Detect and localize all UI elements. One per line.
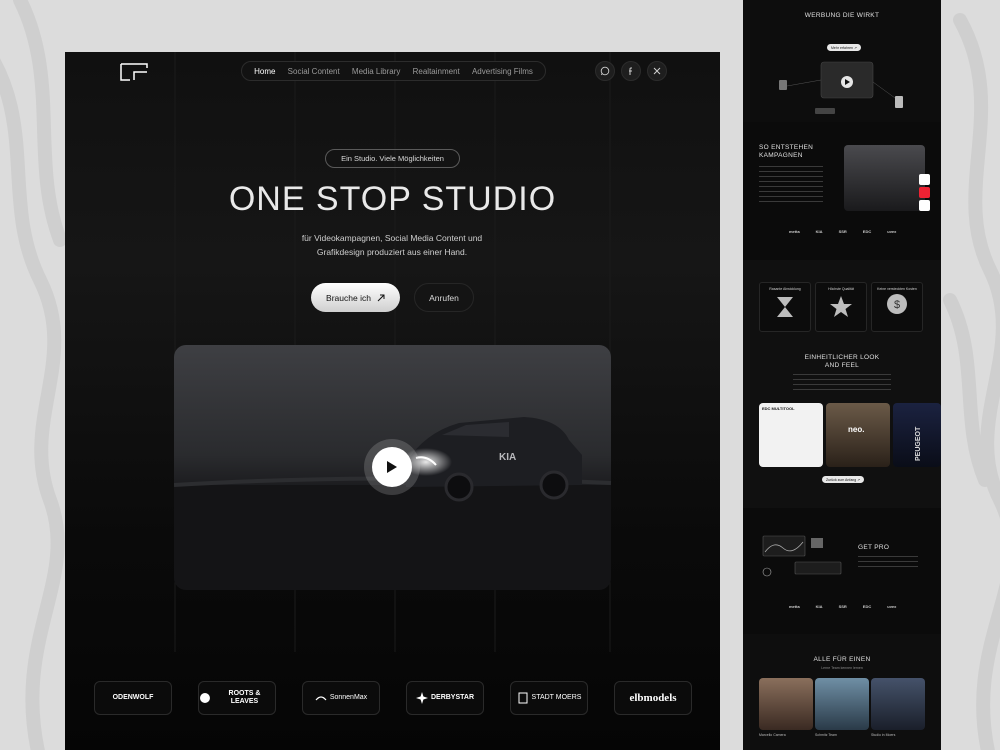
preview-logos-kampagnen: metta KIA SSR EDC uvex bbox=[789, 229, 897, 234]
editor-illustration bbox=[762, 535, 842, 577]
device-illustration bbox=[779, 61, 903, 114]
social-links bbox=[595, 61, 667, 81]
team-photo-2 bbox=[815, 678, 869, 730]
arrow-up-right-icon bbox=[377, 294, 385, 301]
mehr-erfahren-button[interactable]: Mehr erfahren ↗ bbox=[827, 44, 861, 51]
client-logo-stadt-moers: STADT MOERS bbox=[510, 681, 588, 715]
anrufen-button[interactable]: Anrufen bbox=[414, 283, 474, 312]
client-logos: ODENWOLF ROOTS & LEAVES SonnenMax DERBYS… bbox=[94, 681, 692, 715]
team-label-3: Studio in Moers bbox=[871, 733, 896, 737]
preview-subtitle-team: Lerne Team kennen lernen bbox=[821, 666, 863, 670]
preview-title-team: ALLE FÜR EINEN bbox=[813, 656, 871, 663]
facebook-icon[interactable] bbox=[621, 61, 641, 81]
client-logo-elbmodels: elbmodels bbox=[614, 681, 692, 715]
feature-card-abwicklung: Rasante Abwicklung bbox=[759, 282, 811, 332]
page-preview-column: WERBUNG DIE WIRKT Mehr erfahren ↗ SO ENT… bbox=[743, 0, 941, 750]
client-logo-sonnenmax: SonnenMax bbox=[302, 681, 380, 715]
preview-tile-neo: neo. bbox=[826, 403, 890, 467]
preview-logos-get-pro: metta KIA SSR EDC uvex bbox=[789, 604, 897, 609]
main-nav: Home Social Content Media Library Realta… bbox=[241, 61, 546, 81]
x-icon[interactable] bbox=[647, 61, 667, 81]
crest-icon bbox=[518, 692, 528, 704]
preview-section-look-and-feel: Rasante Abwicklung Höchste Qualität Kein… bbox=[743, 260, 941, 508]
hero-section: Home Social Content Media Library Realta… bbox=[65, 52, 720, 750]
video-player[interactable]: KIA bbox=[174, 345, 611, 590]
nav-item-realtainment[interactable]: Realtainment bbox=[413, 67, 460, 76]
client-logo-derbystar: DERBYSTAR bbox=[406, 681, 484, 715]
preview-car-image bbox=[844, 145, 925, 211]
preview-side-badges bbox=[919, 174, 930, 211]
hourglass-icon bbox=[777, 297, 793, 317]
feature-card-kosten: Keine versteckten Kosten $ bbox=[871, 282, 923, 332]
preview-text-kampagnen bbox=[759, 166, 823, 206]
preview-title-kampagnen: SO ENTSTEHEN KAMPAGNEN bbox=[759, 144, 814, 159]
play-button-ring[interactable] bbox=[364, 439, 420, 495]
feature-card-qualitaet: Höchste Qualität bbox=[815, 282, 867, 332]
whatsapp-icon[interactable] bbox=[595, 61, 615, 81]
client-logo-roots-leaves: ROOTS & LEAVES bbox=[198, 681, 276, 715]
svg-text:KIA: KIA bbox=[499, 452, 516, 463]
preview-tile-peugeot: PEUGEOT bbox=[893, 403, 941, 467]
play-button[interactable] bbox=[372, 447, 412, 487]
preview-text-get-pro bbox=[858, 556, 918, 570]
client-logo-odenwolf: ODENWOLF bbox=[94, 681, 172, 715]
preview-text-look bbox=[793, 374, 891, 392]
team-label-1: Marcello Camera bbox=[759, 733, 786, 737]
team-photo-1 bbox=[759, 678, 813, 730]
preview-section-kampagnen: SO ENTSTEHEN KAMPAGNEN metta KIA SSR EDC… bbox=[743, 122, 941, 260]
preview-section-werbung: WERBUNG DIE WIRKT Mehr erfahren ↗ bbox=[743, 0, 941, 122]
brauche-ich-label: Brauche ich bbox=[326, 292, 371, 303]
nav-item-home[interactable]: Home bbox=[254, 67, 275, 76]
team-photo-3 bbox=[871, 678, 925, 730]
zurueck-button[interactable]: Zurück zum Anfang ↗ bbox=[822, 476, 865, 483]
studio-logo[interactable] bbox=[120, 63, 148, 81]
tagline-badge: Ein Studio. Viele Möglichkeiten bbox=[325, 149, 460, 168]
preview-section-team: ALLE FÜR EINEN Lerne Team kennen lernen … bbox=[743, 634, 941, 750]
preview-section-get-pro: GET PRO metta KIA SSR EDC uvex bbox=[743, 508, 941, 634]
hero-subtitle: für Videokampagnen, Social Media Content… bbox=[301, 233, 483, 257]
coin-icon: $ bbox=[887, 294, 907, 314]
star-icon bbox=[415, 692, 428, 704]
nav-item-social-content[interactable]: Social Content bbox=[288, 67, 340, 76]
svg-text:$: $ bbox=[894, 299, 900, 311]
preview-tile-edc: EDC MULTITOOL bbox=[759, 403, 823, 467]
sun-icon bbox=[315, 696, 327, 701]
star-icon bbox=[830, 296, 852, 317]
nav-item-advertising-films[interactable]: Advertising Films bbox=[472, 67, 533, 76]
preview-title-get-pro: GET PRO bbox=[858, 544, 890, 551]
brauche-ich-button[interactable]: Brauche ich bbox=[311, 283, 400, 312]
preview-title-look: EINHEITLICHER LOOK AND FEEL bbox=[804, 354, 880, 369]
leaf-icon bbox=[199, 693, 210, 703]
team-label-2: Schmitz Team bbox=[815, 733, 837, 737]
preview-title-werbung: WERBUNG DIE WIRKT bbox=[804, 12, 880, 19]
page-title: ONE STOP STUDIO bbox=[228, 180, 557, 218]
play-icon bbox=[387, 461, 397, 473]
nav-item-media-library[interactable]: Media Library bbox=[352, 67, 400, 76]
